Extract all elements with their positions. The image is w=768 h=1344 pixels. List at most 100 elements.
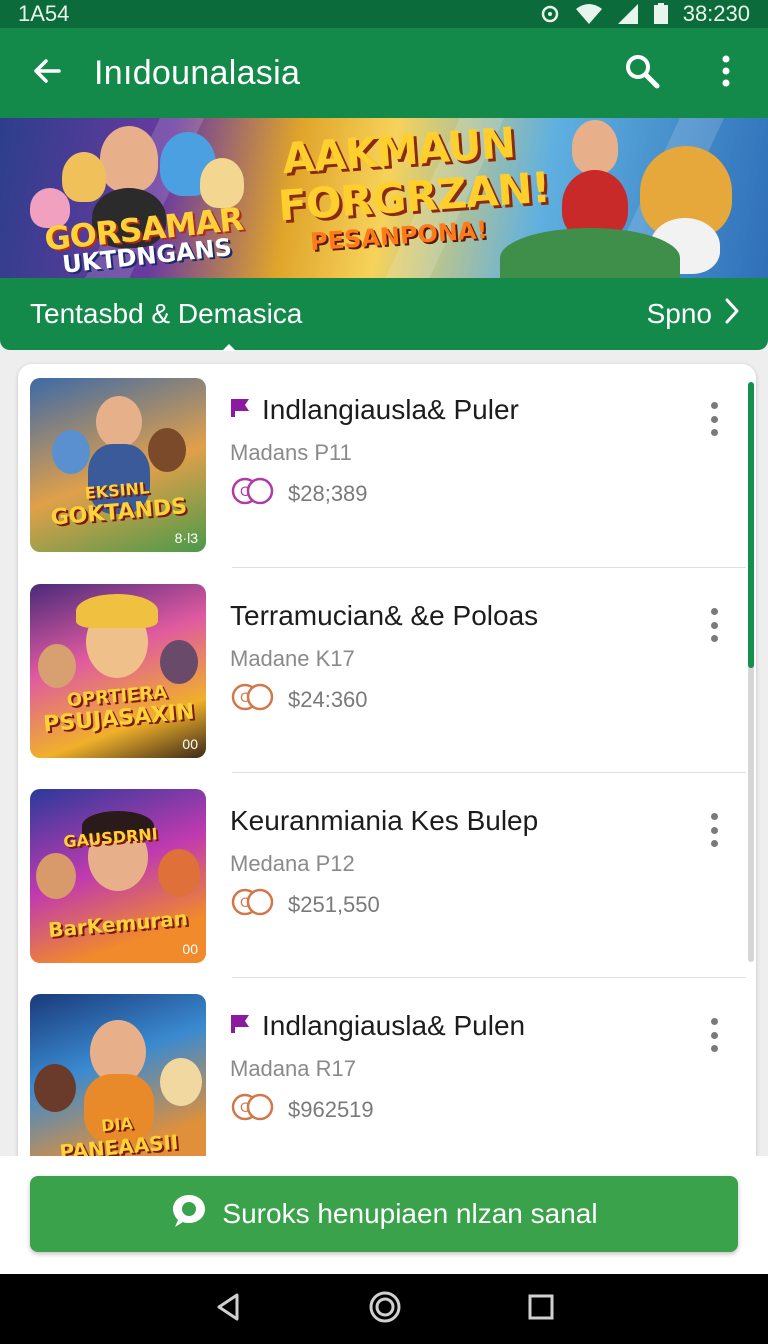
- status-bar: 1A54 38:230: [0, 0, 768, 28]
- more-vert-dot: [710, 635, 718, 642]
- scrollbar-thumb[interactable]: [748, 382, 754, 668]
- game-price: $28;389: [288, 480, 368, 506]
- thumb-character: [52, 430, 90, 474]
- more-vert-dot: [710, 1031, 718, 1039]
- price-row: C $28;389: [230, 476, 368, 511]
- price-row: C $962519: [230, 1092, 374, 1127]
- game-title-text: Indlangiausla& Pulen: [262, 1010, 526, 1041]
- thumb-character: [38, 644, 76, 688]
- chat-action-button[interactable]: Suroks henupiaen nlzan sanal: [30, 1176, 738, 1252]
- game-title-text: Indlangiausla& Puler: [262, 394, 519, 425]
- screen: 1A54 38:230 Inıdounalasia GORSAMAR UKTDN…: [0, 0, 768, 1344]
- more-vert-dot: [710, 429, 718, 436]
- list-item[interactable]: EKSINL GOKTANDS 8·l3 Indlangiausla& Pule…: [18, 364, 748, 570]
- thumb-character: [160, 1058, 202, 1106]
- more-vert-dot: [710, 415, 718, 423]
- game-price: $251,550: [288, 891, 380, 917]
- game-thumbnail: EKSINL GOKTANDS 8·l3: [30, 378, 206, 552]
- item-more-button[interactable]: [702, 1018, 726, 1052]
- list-item[interactable]: OPRTIERA PSUJASAXIN 00 Terramucian& &e P…: [18, 570, 748, 776]
- banner-text-layer: GORSAMAR UKTDNGANS AAKMAUN FORGRZAN! PES…: [0, 118, 768, 278]
- item-more-button[interactable]: [702, 813, 726, 847]
- more-vert-dot: [710, 621, 718, 629]
- back-arrow-icon: [31, 55, 63, 92]
- game-subtitle: Madans P11: [230, 440, 352, 465]
- game-title: Indlangiausla& Pulen: [230, 1010, 525, 1042]
- thumb-title-line2: BarKemuran: [47, 905, 189, 943]
- game-price: $24:360: [288, 686, 368, 712]
- signal-icon: [617, 3, 639, 25]
- status-time: 38:230: [682, 1, 750, 26]
- game-title: Indlangiausla& Puler: [230, 394, 519, 426]
- back-button[interactable]: [0, 28, 94, 118]
- back-triangle-icon[interactable]: [213, 1292, 243, 1327]
- status-left-text: 1A54: [18, 1, 70, 26]
- thumb-character: [158, 849, 200, 897]
- coin-icon: C: [230, 682, 276, 717]
- game-thumbnail: OPRTIERA PSUJASAXIN 00: [30, 584, 206, 758]
- game-thumbnail: GAUSDRNI BarKemuran 00: [30, 789, 206, 963]
- home-circle-icon[interactable]: [368, 1290, 402, 1329]
- chat-bubble-icon: [170, 1192, 208, 1237]
- thumb-character: [148, 428, 186, 472]
- thumb-tag: 8·l3: [174, 530, 198, 546]
- thumb-character: [36, 853, 76, 899]
- bottom-action-area: Suroks henupiaen nlzan sanal: [0, 1156, 768, 1274]
- more-vert-dot: [710, 1018, 718, 1025]
- game-subtitle: Medana P12: [230, 851, 355, 876]
- game-thumbnail: DIA PANEAASII: [30, 994, 206, 1168]
- thumb-character: [96, 396, 142, 448]
- search-button[interactable]: [600, 28, 684, 118]
- list-item[interactable]: DIA PANEAASII Indlangiausla& Pulen Madan…: [18, 980, 748, 1184]
- coin-icon: C: [230, 887, 276, 922]
- status-icons: 38:230: [539, 1, 750, 27]
- section-more-label: Spno: [646, 298, 712, 329]
- more-vert-dot: [710, 402, 718, 409]
- section-header: Tentasbd & Demasica Spno: [0, 278, 768, 351]
- app-bar: Inıdounalasia: [0, 28, 768, 118]
- item-more-button[interactable]: [702, 402, 726, 436]
- more-vert-icon: [721, 55, 731, 92]
- divider: [232, 772, 746, 773]
- more-vert-dot: [710, 826, 718, 834]
- more-vert-dot: [710, 840, 718, 847]
- price-row: C $251,550: [230, 887, 380, 922]
- thumb-tag: 00: [182, 736, 198, 752]
- coin-icon: C: [230, 476, 276, 511]
- sync-icon: [539, 3, 561, 25]
- flag-icon: [230, 1010, 252, 1042]
- search-icon: [624, 53, 660, 94]
- more-vert-dot: [710, 608, 718, 615]
- more-vert-dot: [710, 1045, 718, 1052]
- wifi-icon: [575, 3, 603, 25]
- thumb-title: EKSINL GOKTANDS: [34, 473, 201, 531]
- chevron-right-icon: [724, 297, 740, 332]
- section-more-link[interactable]: Spno: [647, 297, 740, 332]
- list-item[interactable]: GAUSDRNI BarKemuran 00 Keuranmiania Kes …: [18, 775, 748, 981]
- promo-banner[interactable]: GORSAMAR UKTDNGANS AAKMAUN FORGRZAN! PES…: [0, 118, 768, 278]
- price-row: C $24:360: [230, 682, 368, 717]
- thumb-tag: 00: [182, 941, 198, 957]
- battery-icon: [653, 3, 669, 25]
- thumb-character-hair: [76, 594, 158, 628]
- game-list[interactable]: EKSINL GOKTANDS 8·l3 Indlangiausla& Pule…: [18, 364, 756, 1184]
- game-subtitle: Madane K17: [230, 646, 355, 671]
- game-subtitle: Madana R17: [230, 1056, 356, 1081]
- game-price: $962519: [288, 1096, 374, 1122]
- page-title: Inıdounalasia: [94, 53, 301, 92]
- thumb-character: [160, 640, 198, 684]
- chat-action-label: Suroks henupiaen nlzan sanal: [222, 1198, 598, 1229]
- thumb-character: [34, 1064, 76, 1112]
- section-title: Tentasbd & Demasica: [30, 298, 303, 329]
- flag-icon: [230, 394, 252, 426]
- divider: [232, 567, 746, 568]
- more-options-button[interactable]: [684, 28, 768, 118]
- thumb-title: GAUSDRNI BarKemuran: [35, 824, 200, 943]
- divider: [232, 977, 746, 978]
- game-title: Terramucian& &e Poloas: [230, 600, 539, 631]
- game-title: Keuranmiania Kes Bulep: [230, 805, 539, 836]
- recents-square-icon[interactable]: [527, 1293, 555, 1326]
- more-vert-dot: [710, 813, 718, 820]
- coin-icon: C: [230, 1092, 276, 1127]
- item-more-button[interactable]: [702, 608, 726, 642]
